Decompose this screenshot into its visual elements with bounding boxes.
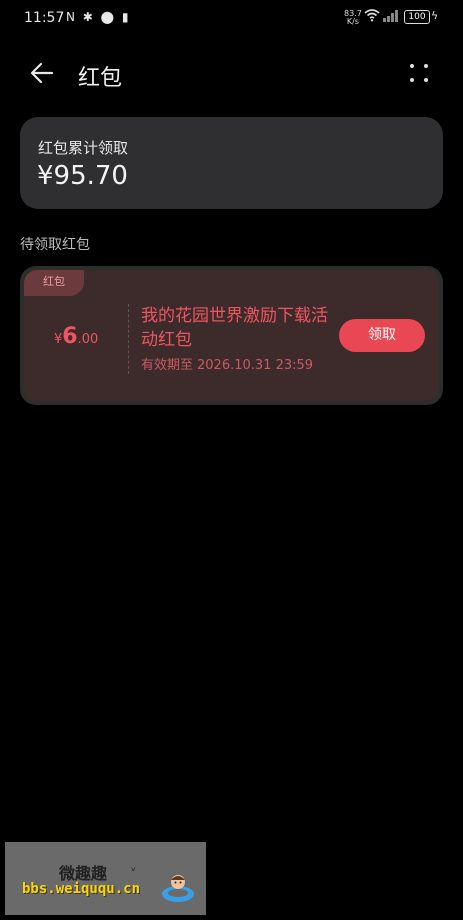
network-speed: 83.7 K/s: [344, 10, 362, 26]
red-packet-tag: 红包: [24, 270, 84, 296]
back-button[interactable]: [28, 58, 58, 88]
total-received-amount: ¥95.70: [37, 161, 128, 191]
pending-section-title: 待领取红包: [20, 237, 90, 253]
red-packet-expiry: 有效期至 2026.10.31 23:59: [141, 354, 317, 373]
total-received-card: 红包累计领取 ¥95.70: [20, 117, 443, 209]
value-decimal: .00: [77, 332, 99, 347]
more-options-button[interactable]: [404, 60, 434, 86]
wifi-icon: [364, 9, 380, 26]
charging-icon: ϟ: [431, 9, 439, 22]
status-time: 11:57: [24, 10, 65, 26]
network-speed-unit: K/s: [346, 17, 359, 26]
watermark: 微趣趣 ᵛ bbs.weiququ.cn: [5, 842, 206, 915]
red-packet-inner: 红包 ¥6.00 我的花园世界激励下载活动红包 有效期至 2026.10.31 2…: [24, 270, 439, 401]
mascot-icon: [162, 875, 194, 902]
battery-icon: 100: [404, 10, 430, 24]
red-packet-value: ¥6.00: [54, 324, 98, 349]
total-received-label: 红包累计领取: [38, 139, 129, 157]
arrow-left-icon: [30, 62, 54, 84]
watermark-accent-icon: ᵛ: [131, 864, 137, 878]
red-packet-card: 红包 ¥6.00 我的花园世界激励下载活动红包 有效期至 2026.10.31 2…: [20, 266, 443, 405]
dashed-divider: [128, 304, 129, 374]
status-bar: 11:57 N ✱ ⬤ ▮ 83.7 K/s 100 ϟ: [0, 0, 463, 36]
signal-icon: [383, 10, 398, 22]
status-left-icons: N ✱ ⬤ ▮: [66, 10, 131, 24]
battery-level: 100: [408, 12, 426, 22]
page-title: 红包: [78, 66, 123, 91]
app-header: 红包: [0, 48, 463, 98]
red-packet-title: 我的花园世界激励下载活动红包: [141, 306, 328, 350]
watermark-url: bbs.weiququ.cn: [22, 881, 141, 897]
expiry-date: 2026.10.31 23:59: [197, 358, 314, 373]
value-integer: 6: [62, 324, 78, 349]
claim-button[interactable]: 领取: [339, 319, 425, 352]
expiry-prefix: 有效期至: [141, 358, 194, 373]
